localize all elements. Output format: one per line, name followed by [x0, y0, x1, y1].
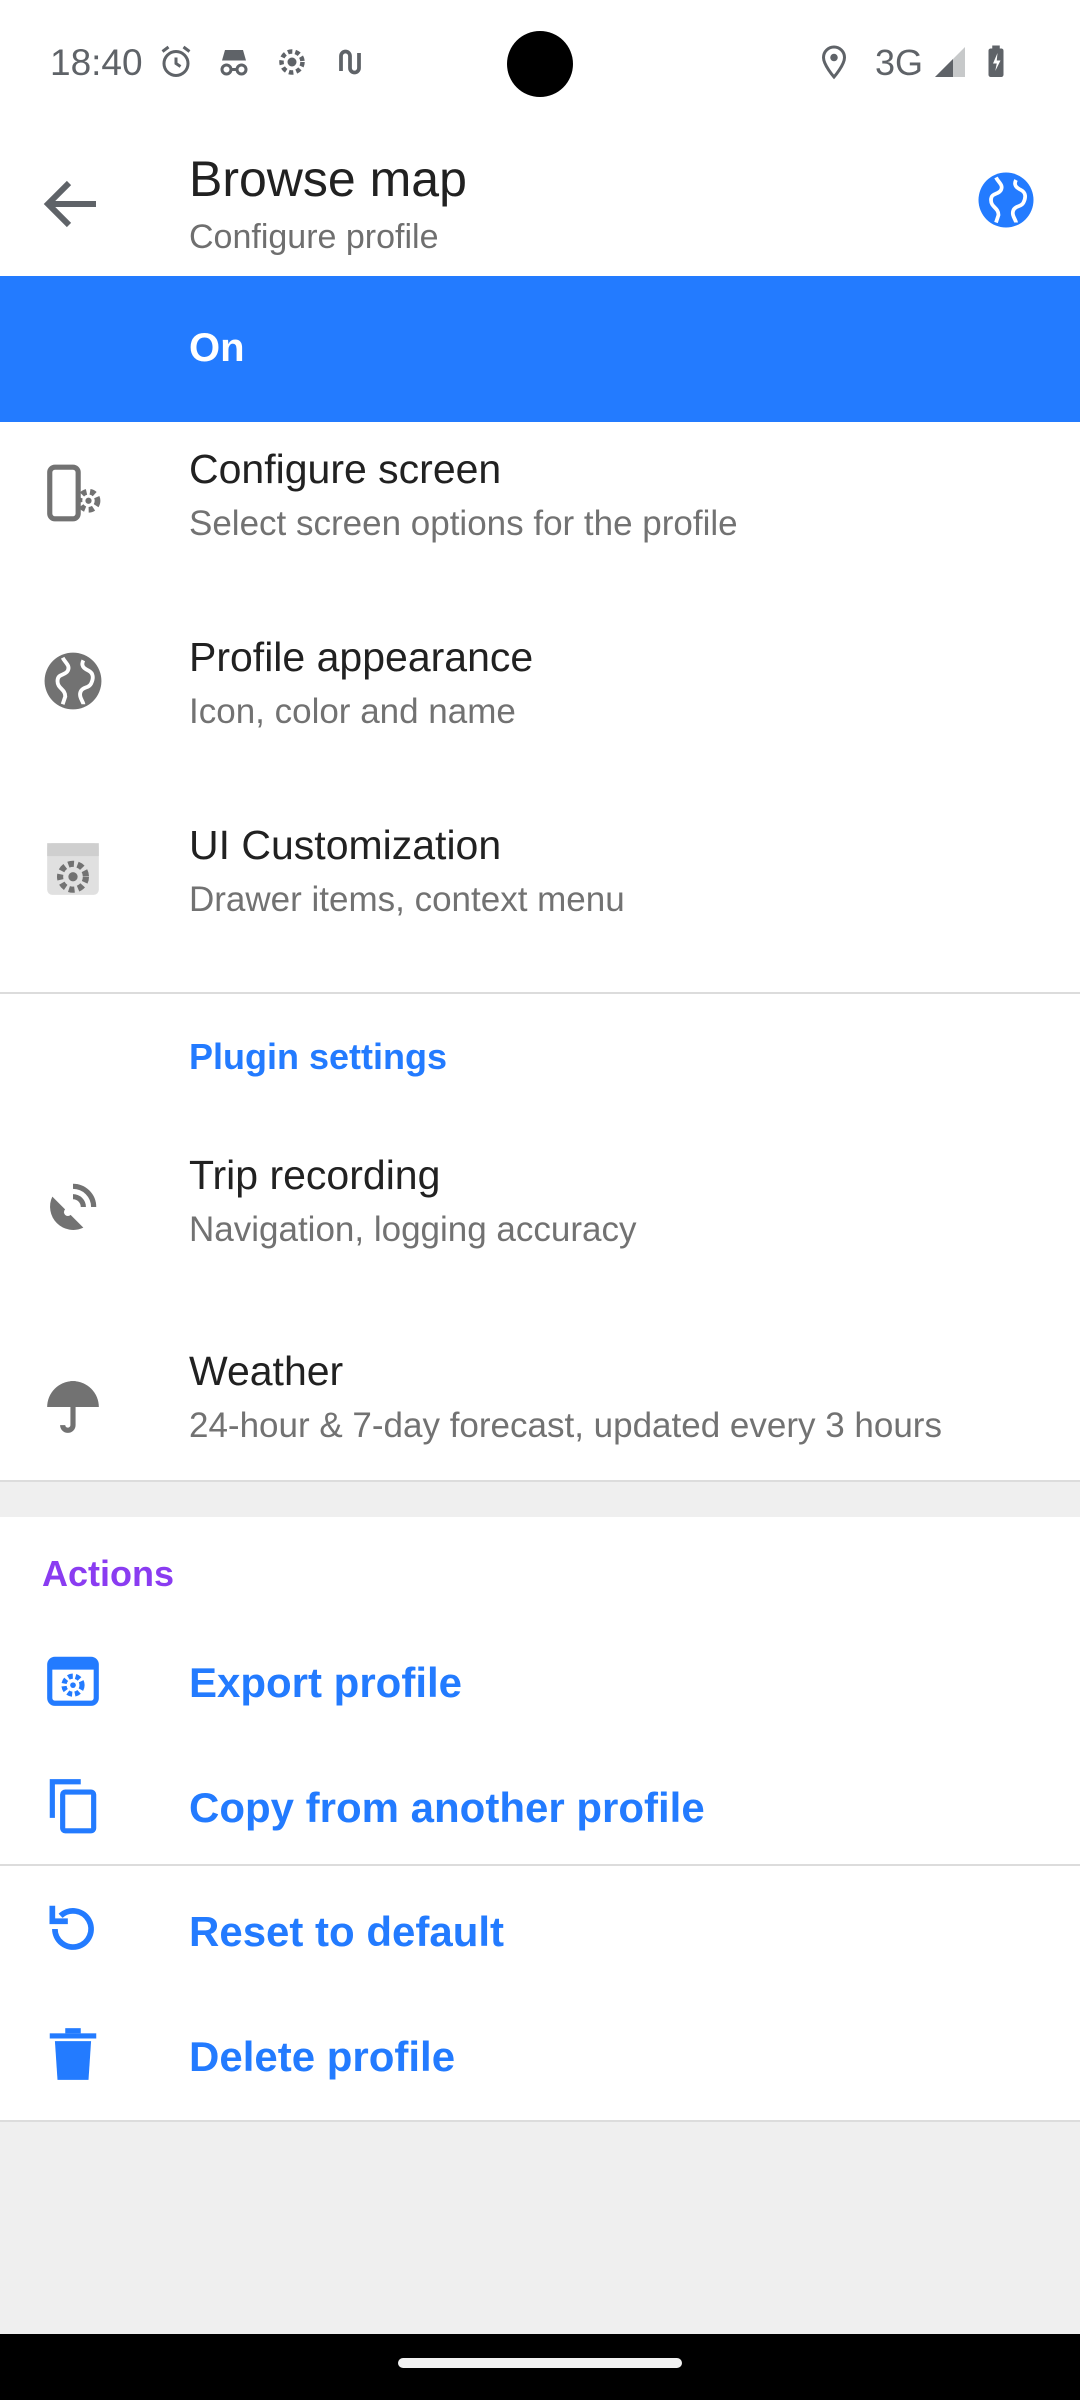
reset-to-default-button[interactable]: Reset to default	[0, 1866, 1080, 1993]
reset-icon	[49, 1905, 94, 1950]
item-description: 24-hour & 7-day forecast, updated every …	[189, 1406, 942, 1445]
item-description: Icon, color and name	[189, 692, 516, 731]
item-description: Select screen options for the profile	[189, 504, 738, 543]
item-description: Drawer items, context menu	[189, 880, 625, 919]
system-navigation-bar	[0, 2334, 1080, 2400]
page-title: Browse map	[189, 151, 467, 207]
camera-cutout	[507, 31, 573, 97]
export-profile-icon	[47, 1656, 99, 1706]
delete-profile-button[interactable]: Delete profile	[0, 1993, 1080, 2120]
page-subtitle: Configure profile	[189, 218, 439, 256]
battery-icon	[988, 45, 1004, 77]
item-title: Trip recording	[189, 1152, 441, 1198]
umbrella-icon	[47, 1381, 99, 1433]
item-title: UI Customization	[189, 822, 502, 868]
signal-icon	[935, 47, 965, 77]
globe-icon	[44, 652, 102, 710]
status-bar: 18:40 3G	[0, 0, 1080, 130]
item-title: Weather	[189, 1348, 344, 1394]
weather-item[interactable]: Weather 24-hour & 7-day forecast, update…	[0, 1348, 1080, 1484]
item-description: Navigation, logging accuracy	[189, 1210, 637, 1249]
link-icon	[339, 49, 361, 75]
section-divider	[0, 2120, 1080, 2122]
action-label: Export profile	[189, 1659, 463, 1706]
profile-settings-section: Configure screen Select screen options f…	[0, 422, 1080, 992]
item-title: Configure screen	[189, 446, 502, 492]
export-profile-button[interactable]: Export profile	[0, 1617, 1080, 1742]
plugin-settings-section: Plugin settings Trip recording Navigatio…	[0, 994, 1080, 1480]
ui-settings-icon	[47, 843, 99, 895]
actions-section: Actions Export profile Copy from another…	[0, 1517, 1080, 1864]
status-time: 18:40	[50, 42, 143, 83]
plugin-settings-header: Plugin settings	[189, 1036, 448, 1077]
profile-appearance-item[interactable]: Profile appearance Icon, color and name	[0, 634, 1080, 780]
app-bar: Browse map Configure profile	[0, 130, 1080, 276]
phone-settings-icon	[47, 464, 101, 522]
actions-header: Actions	[42, 1553, 175, 1594]
section-divider	[0, 1480, 1080, 1482]
globe-icon[interactable]	[976, 170, 1036, 230]
home-gesture-handle[interactable]	[398, 2358, 682, 2368]
danger-actions-section: Reset to default Delete profile	[0, 1866, 1080, 2120]
action-label: Delete profile	[189, 2033, 456, 2080]
copy-icon	[49, 1779, 97, 1834]
trip-recording-item[interactable]: Trip recording Navigation, logging accur…	[0, 1152, 1080, 1306]
toggle-label: On	[189, 326, 245, 370]
trash-icon	[49, 2028, 97, 2080]
network-type: 3G	[875, 42, 924, 83]
settings-gear-icon	[279, 49, 305, 75]
action-label: Copy from another profile	[189, 1784, 705, 1831]
alarm-icon	[161, 45, 191, 77]
incognito-icon	[220, 50, 248, 76]
location-icon	[821, 45, 847, 80]
satellite-icon	[50, 1183, 97, 1230]
profile-enabled-toggle[interactable]: On	[0, 276, 1080, 422]
item-title: Profile appearance	[189, 634, 534, 680]
copy-from-profile-button[interactable]: Copy from another profile	[0, 1742, 1080, 1867]
action-label: Reset to default	[189, 1908, 505, 1955]
ui-customization-item[interactable]: UI Customization Drawer items, context m…	[0, 822, 1080, 968]
back-arrow-icon[interactable]	[36, 168, 108, 240]
configure-screen-item[interactable]: Configure screen Select screen options f…	[0, 446, 1080, 592]
